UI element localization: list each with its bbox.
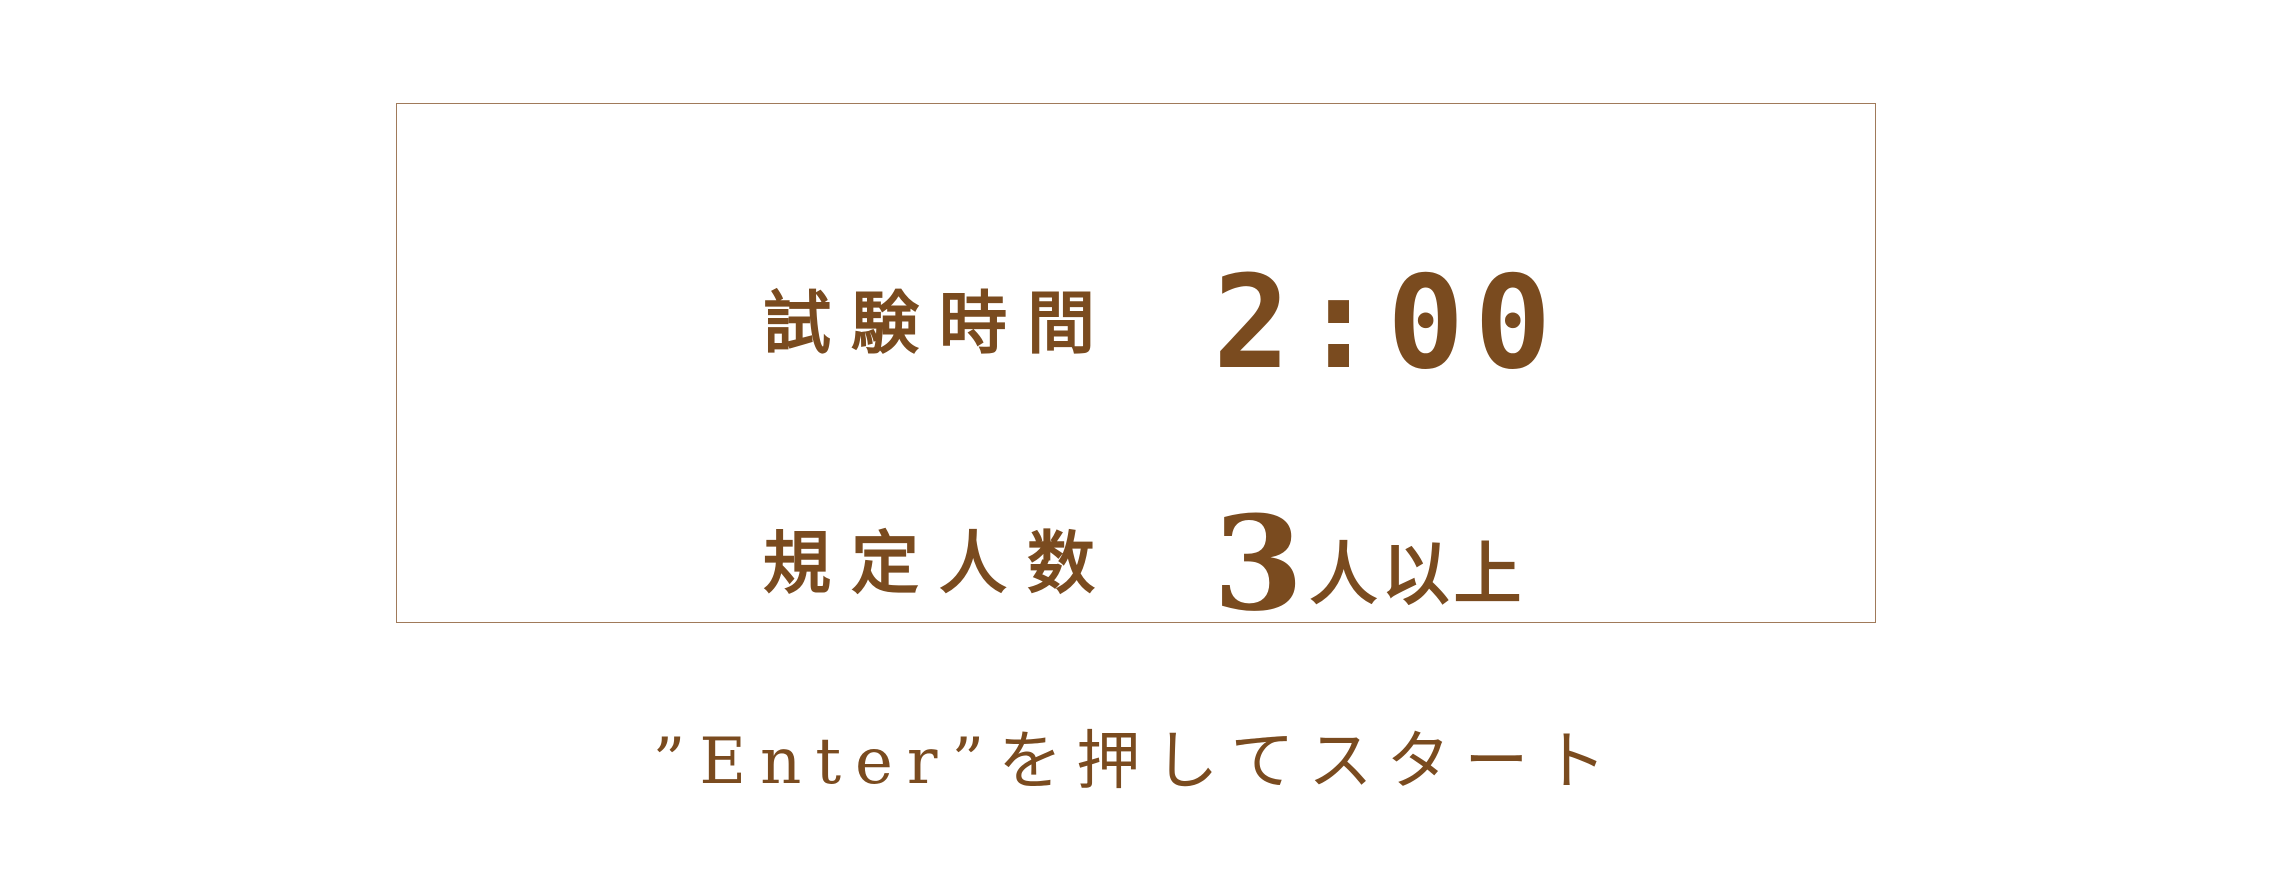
press-enter-to-start-prompt: ”Enter”を押してスタート: [652, 725, 1621, 799]
required-people-label: 規定人数: [763, 524, 1116, 604]
exam-time-row: 試験時間 2:00: [397, 254, 1875, 394]
required-people-row: 規定人数 3 人以上: [397, 494, 1875, 634]
required-people-number: 3: [1213, 487, 1304, 640]
exam-info-card: 試験時間 2:00 規定人数 3 人以上: [396, 103, 1876, 634]
exam-time-label: 試験時間: [763, 284, 1116, 364]
exam-time-value: 2:00: [1213, 249, 1562, 398]
required-people-value: 3 人以上: [1213, 494, 1526, 634]
required-people-suffix: 人以上: [1309, 535, 1526, 615]
